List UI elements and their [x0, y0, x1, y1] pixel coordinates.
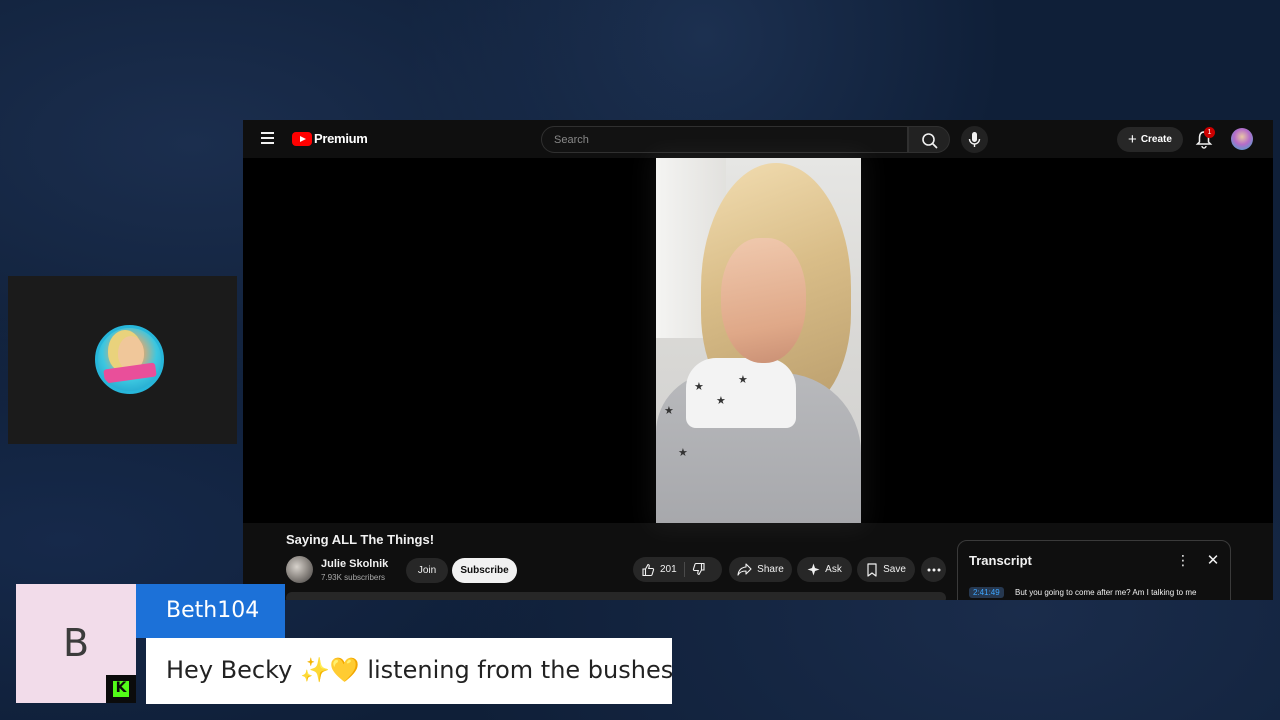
ask-button[interactable]: Ask: [797, 557, 852, 582]
chat-username: Beth104: [166, 598, 260, 623]
thumbs-down-icon[interactable]: [692, 561, 706, 577]
save-label: Save: [883, 564, 906, 575]
share-button[interactable]: Share: [729, 557, 792, 582]
kick-icon: [106, 675, 136, 703]
join-label: Join: [417, 565, 437, 576]
youtube-play-icon: [292, 131, 312, 146]
account-avatar[interactable]: [1231, 128, 1253, 150]
ask-label: Ask: [825, 564, 842, 575]
youtube-window: Premium + Create 1: [243, 120, 1273, 600]
streamer-avatar: [95, 325, 164, 394]
video-player[interactable]: ★ ★ ★ ★ ★: [243, 158, 1273, 523]
channel-avatar[interactable]: [286, 556, 313, 583]
notification-badge: 1: [1204, 127, 1215, 138]
video-title: Saying ALL The Things!: [286, 532, 435, 547]
search-box: [541, 126, 908, 153]
like-divider: [684, 562, 685, 577]
plus-icon: +: [1128, 131, 1137, 148]
youtube-logo[interactable]: Premium: [292, 131, 368, 146]
chat-message: Hey Becky ✨💛 listening from the bushes: [166, 656, 674, 684]
thumbs-up-icon: [642, 563, 655, 576]
menu-icon[interactable]: [261, 132, 274, 144]
search-icon: [922, 133, 938, 149]
avatar-letter: B: [62, 621, 90, 665]
transcript-title: Transcript: [969, 553, 1032, 568]
create-label: Create: [1140, 134, 1172, 145]
voice-search-button[interactable]: [961, 126, 988, 153]
close-icon[interactable]: ✕: [1204, 551, 1222, 569]
subscribe-button[interactable]: Subscribe: [452, 558, 517, 583]
subscriber-count: 7.93K subscribers: [321, 573, 386, 582]
streamer-camera-panel: [8, 276, 237, 444]
description-box[interactable]: [286, 592, 946, 600]
youtube-header: Premium + Create 1: [243, 120, 1273, 158]
transcript-timestamp[interactable]: 2:41:49: [969, 587, 1004, 598]
create-button[interactable]: + Create: [1117, 127, 1183, 152]
video-frame: ★ ★ ★ ★ ★: [656, 158, 861, 523]
more-vertical-icon[interactable]: ⋮: [1173, 551, 1193, 569]
brand-label: Premium: [314, 131, 368, 146]
search-input[interactable]: [542, 127, 907, 152]
save-button[interactable]: Save: [857, 557, 915, 582]
subscribe-label: Subscribe: [460, 565, 509, 576]
share-icon: [737, 563, 752, 576]
more-horizontal-icon: [927, 568, 940, 571]
like-count: 201: [660, 564, 677, 575]
channel-name[interactable]: Julie Skolnik: [321, 558, 388, 570]
join-button[interactable]: Join: [406, 558, 448, 583]
transcript-panel: Transcript ⋮ ✕ 2:41:49 But you going to …: [957, 540, 1231, 600]
bookmark-icon: [867, 562, 877, 577]
like-button[interactable]: 201: [633, 557, 722, 582]
more-actions-button[interactable]: [921, 557, 946, 582]
share-label: Share: [757, 564, 784, 575]
sparkle-icon: [807, 563, 820, 576]
transcript-text[interactable]: But you going to come after me? Am I tal…: [1015, 588, 1196, 597]
microphone-icon: [968, 132, 981, 147]
search-button[interactable]: [908, 126, 950, 153]
